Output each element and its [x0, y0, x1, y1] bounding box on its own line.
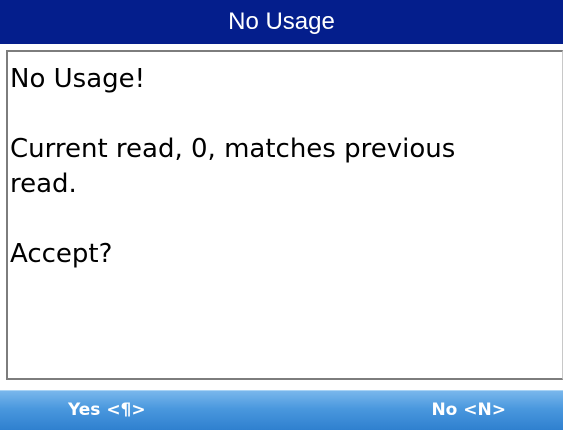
title-bar: No Usage: [0, 0, 563, 44]
message-heading: No Usage!: [10, 64, 146, 94]
message-detail-line-1: Current read, 0, matches previous: [10, 134, 456, 164]
message-spacer: [10, 97, 562, 132]
no-softkey-button[interactable]: No <N>: [431, 391, 506, 430]
softkey-bar: Yes <¶> No <N>: [0, 390, 563, 430]
dialog-title: No Usage: [228, 8, 335, 35]
message-detail-line-2: read.: [10, 169, 77, 199]
message-spacer: [10, 202, 562, 237]
yes-softkey-button[interactable]: Yes <¶>: [68, 391, 146, 430]
dialog-screen: No Usage No Usage! Current read, 0, matc…: [0, 0, 563, 430]
message-prompt: Accept?: [10, 239, 113, 269]
message-box: No Usage! Current read, 0, matches previ…: [6, 50, 563, 380]
